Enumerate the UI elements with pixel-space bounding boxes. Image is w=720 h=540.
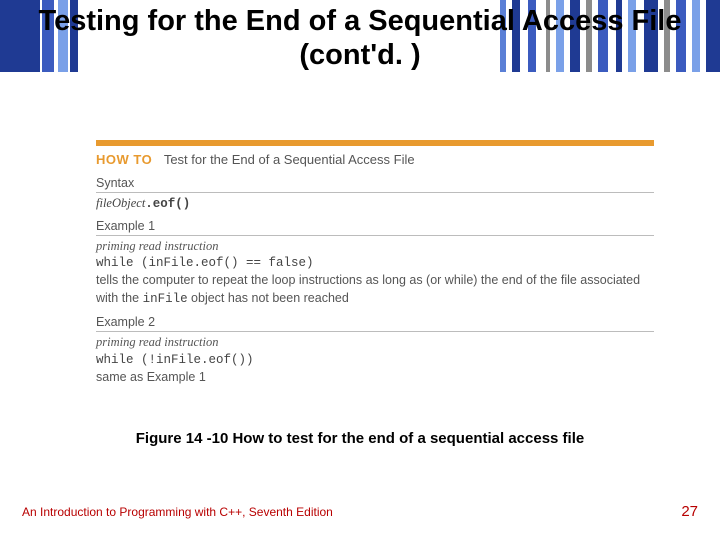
example2-priming: priming read instruction (96, 332, 654, 352)
example2-code: while (!inFile.eof()) (96, 353, 654, 367)
example1-heading: Example 1 (96, 216, 654, 236)
example1-code: while (inFile.eof() == false) (96, 256, 654, 270)
syntax-line: fileObject.eof() (96, 193, 654, 213)
howto-heading-row: HOW TO Test for the End of a Sequential … (96, 146, 654, 170)
howto-box: HOW TO Test for the End of a Sequential … (96, 140, 654, 387)
syntax-method: .eof() (145, 197, 190, 211)
syntax-object: fileObject (96, 196, 145, 210)
howto-label: HOW TO (96, 152, 160, 167)
howto-desc: Test for the End of a Sequential Access … (164, 152, 415, 167)
example2-heading: Example 2 (96, 312, 654, 332)
example1-desc: tells the computer to repeat the loop in… (96, 270, 654, 309)
example1-desc-post: object has not been reached (188, 291, 349, 305)
syntax-heading: Syntax (96, 173, 654, 193)
example2-same: same as Example 1 (96, 367, 654, 387)
figure-caption: Figure 14 -10 How to test for the end of… (0, 430, 720, 447)
example1-priming: priming read instruction (96, 236, 654, 256)
footer: An Introduction to Programming with C++,… (22, 503, 698, 520)
footer-page: 27 (681, 503, 698, 520)
example1-desc-code: inFile (143, 292, 188, 306)
footer-book: An Introduction to Programming with C++,… (22, 505, 333, 519)
slide-title: Testing for the End of a Sequential Acce… (0, 4, 720, 72)
